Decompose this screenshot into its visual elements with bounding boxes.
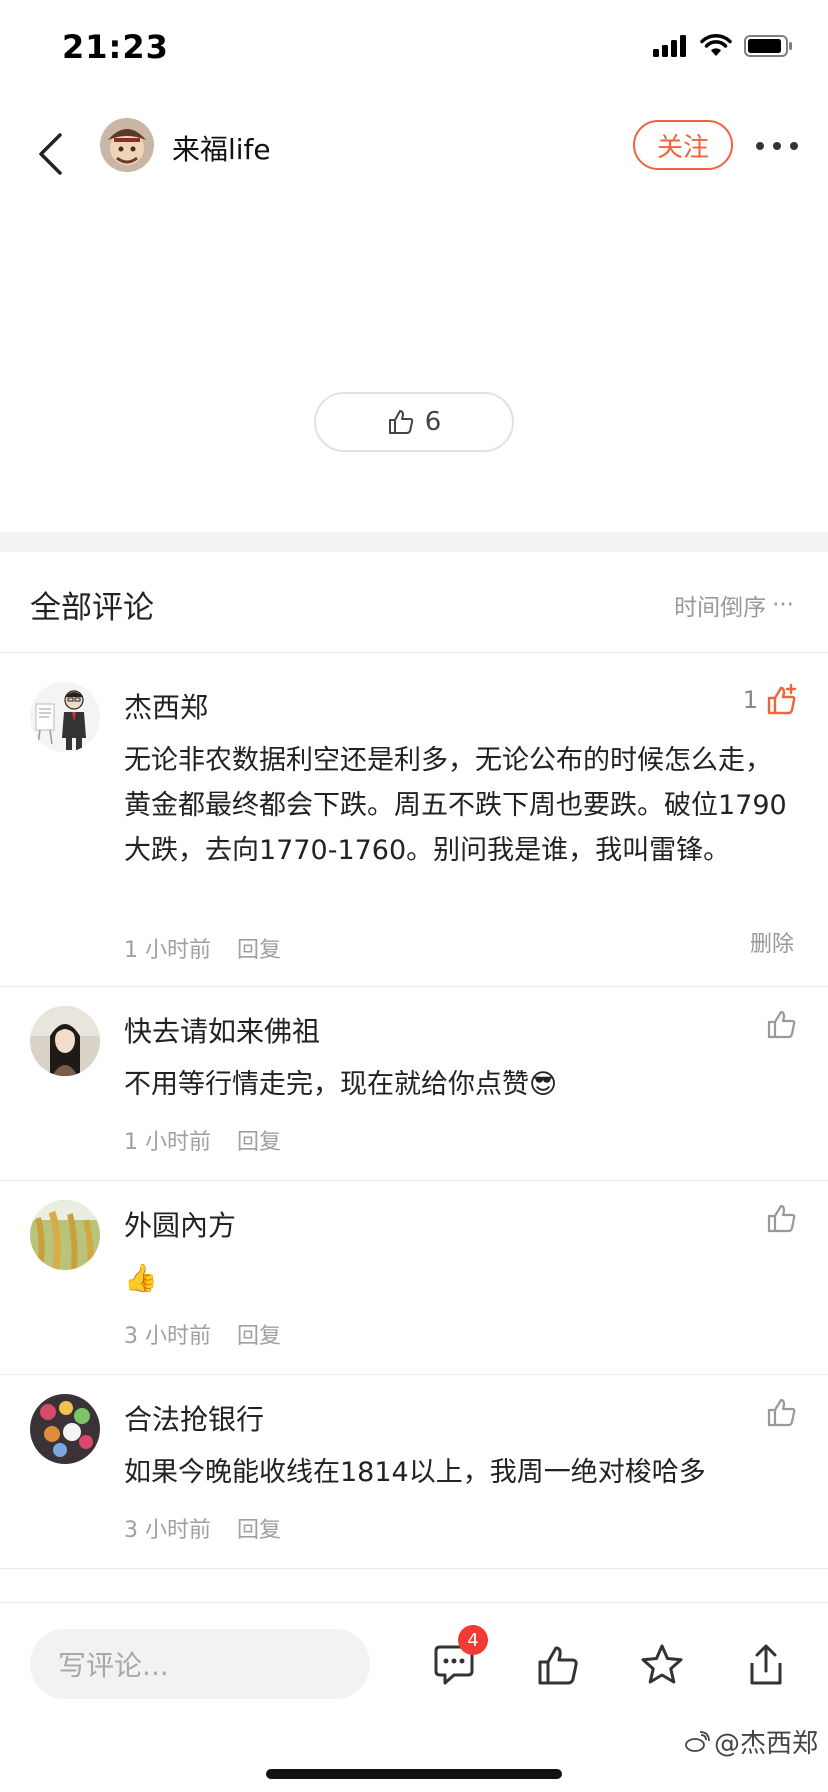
status-icons <box>652 34 794 58</box>
watermark-text: @杰西郑 <box>713 1729 818 1759</box>
more-options-button[interactable] <box>752 126 802 166</box>
comment-input[interactable]: 写评论... <box>30 1629 370 1699</box>
comment-author-name[interactable]: 快去请如来佛祖 <box>124 1010 320 1050</box>
thumbs-up-icon <box>388 410 413 434</box>
comment-like-button[interactable] <box>766 1008 798 1040</box>
author-avatar[interactable] <box>100 118 154 172</box>
comment-avatar[interactable] <box>30 1394 100 1464</box>
comment-item: 外圆內方 👍 3 小时前 回复 <box>0 1200 828 1370</box>
author-name[interactable]: 来福life <box>172 128 271 168</box>
divider-line <box>0 1568 828 1569</box>
bottom-action-bar: 写评论... 4 @杰西郑 <box>0 1602 828 1792</box>
star-icon <box>641 1644 683 1684</box>
battery-icon <box>744 35 792 57</box>
comment-avatar[interactable] <box>30 682 100 752</box>
more-horizontal-icon <box>756 142 798 150</box>
comment-meta: 1 小时前 回复 <box>124 1124 281 1156</box>
comment-author-name[interactable]: 杰西郑 <box>124 686 208 726</box>
comment-author-name[interactable]: 合法抢银行 <box>124 1398 264 1438</box>
thumbs-up-icon <box>767 1204 796 1233</box>
share-button[interactable] <box>740 1639 792 1691</box>
comment-meta: 3 小时前 回复 <box>124 1512 281 1544</box>
section-divider <box>0 532 828 552</box>
comment-meta: 1 小时前 回复 <box>124 932 281 964</box>
comment-meta: 3 小时前 回复 <box>124 1318 281 1350</box>
post-like-count: 6 <box>424 407 442 437</box>
wifi-icon <box>700 34 732 56</box>
sort-label: 时间倒序 <box>674 595 767 621</box>
comment-author-name[interactable]: 外圆內方 <box>124 1204 236 1244</box>
follow-button[interactable]: 关注 <box>633 120 733 170</box>
comment-like-count: 1 <box>742 686 758 714</box>
divider-line <box>0 1374 828 1375</box>
post-header: 来福life 关注 <box>0 110 828 210</box>
comment-time: 3 小时前 <box>124 1518 211 1543</box>
comment-item: 快去请如来佛祖 不用等行情走完，现在就给你点赞😎 1 小时前 回复 <box>0 1006 828 1176</box>
cellular-signal-icon <box>653 35 686 57</box>
comment-like-button[interactable] <box>766 1202 798 1234</box>
comment-item: 杰西郑 1 无论非农数据利空还是利多，无论公布的时候怎么走，黄金都最终都会下跌。… <box>0 682 828 984</box>
thumbs-up-icon <box>538 1646 578 1685</box>
status-bar: 21:23 <box>0 0 828 100</box>
sort-control[interactable]: 时间倒序 ··· <box>674 588 794 622</box>
comment-time: 3 小时前 <box>124 1324 211 1349</box>
back-arrow-icon <box>39 133 62 175</box>
home-indicator[interactable] <box>266 1769 562 1779</box>
reply-button[interactable]: 回复 <box>237 1318 281 1350</box>
comment-time: 1 小时前 <box>124 938 211 963</box>
status-time: 21:23 <box>62 28 169 66</box>
reply-button[interactable]: 回复 <box>237 1512 281 1544</box>
comment-count-badge: 4 <box>458 1625 488 1655</box>
comments-title: 全部评论 <box>30 590 154 626</box>
sort-more-icon: ··· <box>772 592 794 618</box>
comment-text: 👍 <box>124 1263 158 1294</box>
divider-line <box>0 1180 828 1181</box>
weibo-logo-icon <box>685 1730 710 1752</box>
reply-button[interactable]: 回复 <box>237 1124 281 1156</box>
comment-time: 1 小时前 <box>124 1130 211 1155</box>
comment-avatar[interactable] <box>30 1006 100 1076</box>
back-button[interactable] <box>28 124 74 184</box>
thumbs-up-icon <box>767 1010 796 1039</box>
weibo-watermark: @杰西郑 <box>684 1723 818 1760</box>
comment-like-button[interactable]: 1 <box>743 684 798 716</box>
favorite-button[interactable] <box>636 1639 688 1691</box>
delete-button[interactable]: 删除 <box>750 926 794 958</box>
comment-like-button[interactable] <box>766 1396 798 1428</box>
comment-text: 不用等行情走完，现在就给你点赞😎 <box>124 1069 558 1100</box>
share-icon <box>750 1644 782 1685</box>
like-button[interactable] <box>532 1639 584 1691</box>
comment-text: 无论非农数据利空还是利多，无论公布的时候怎么走，黄金都最终都会下跌。周五不跌下周… <box>124 745 787 866</box>
comment-avatar[interactable] <box>30 1200 100 1270</box>
reply-button[interactable]: 回复 <box>237 932 281 964</box>
liked-thumbs-up-icon <box>767 684 797 715</box>
comments-button[interactable]: 4 <box>428 1625 488 1691</box>
post-like-button[interactable]: 6 <box>314 392 514 452</box>
divider-line <box>0 986 828 987</box>
divider-line <box>0 652 828 653</box>
comment-text: 如果今晚能收线在1814以上，我周一绝对梭哈多 <box>124 1457 706 1488</box>
thumbs-up-icon <box>767 1398 796 1427</box>
comment-item: 合法抢银行 如果今晚能收线在1814以上，我周一绝对梭哈多 3 小时前 回复 <box>0 1394 828 1564</box>
